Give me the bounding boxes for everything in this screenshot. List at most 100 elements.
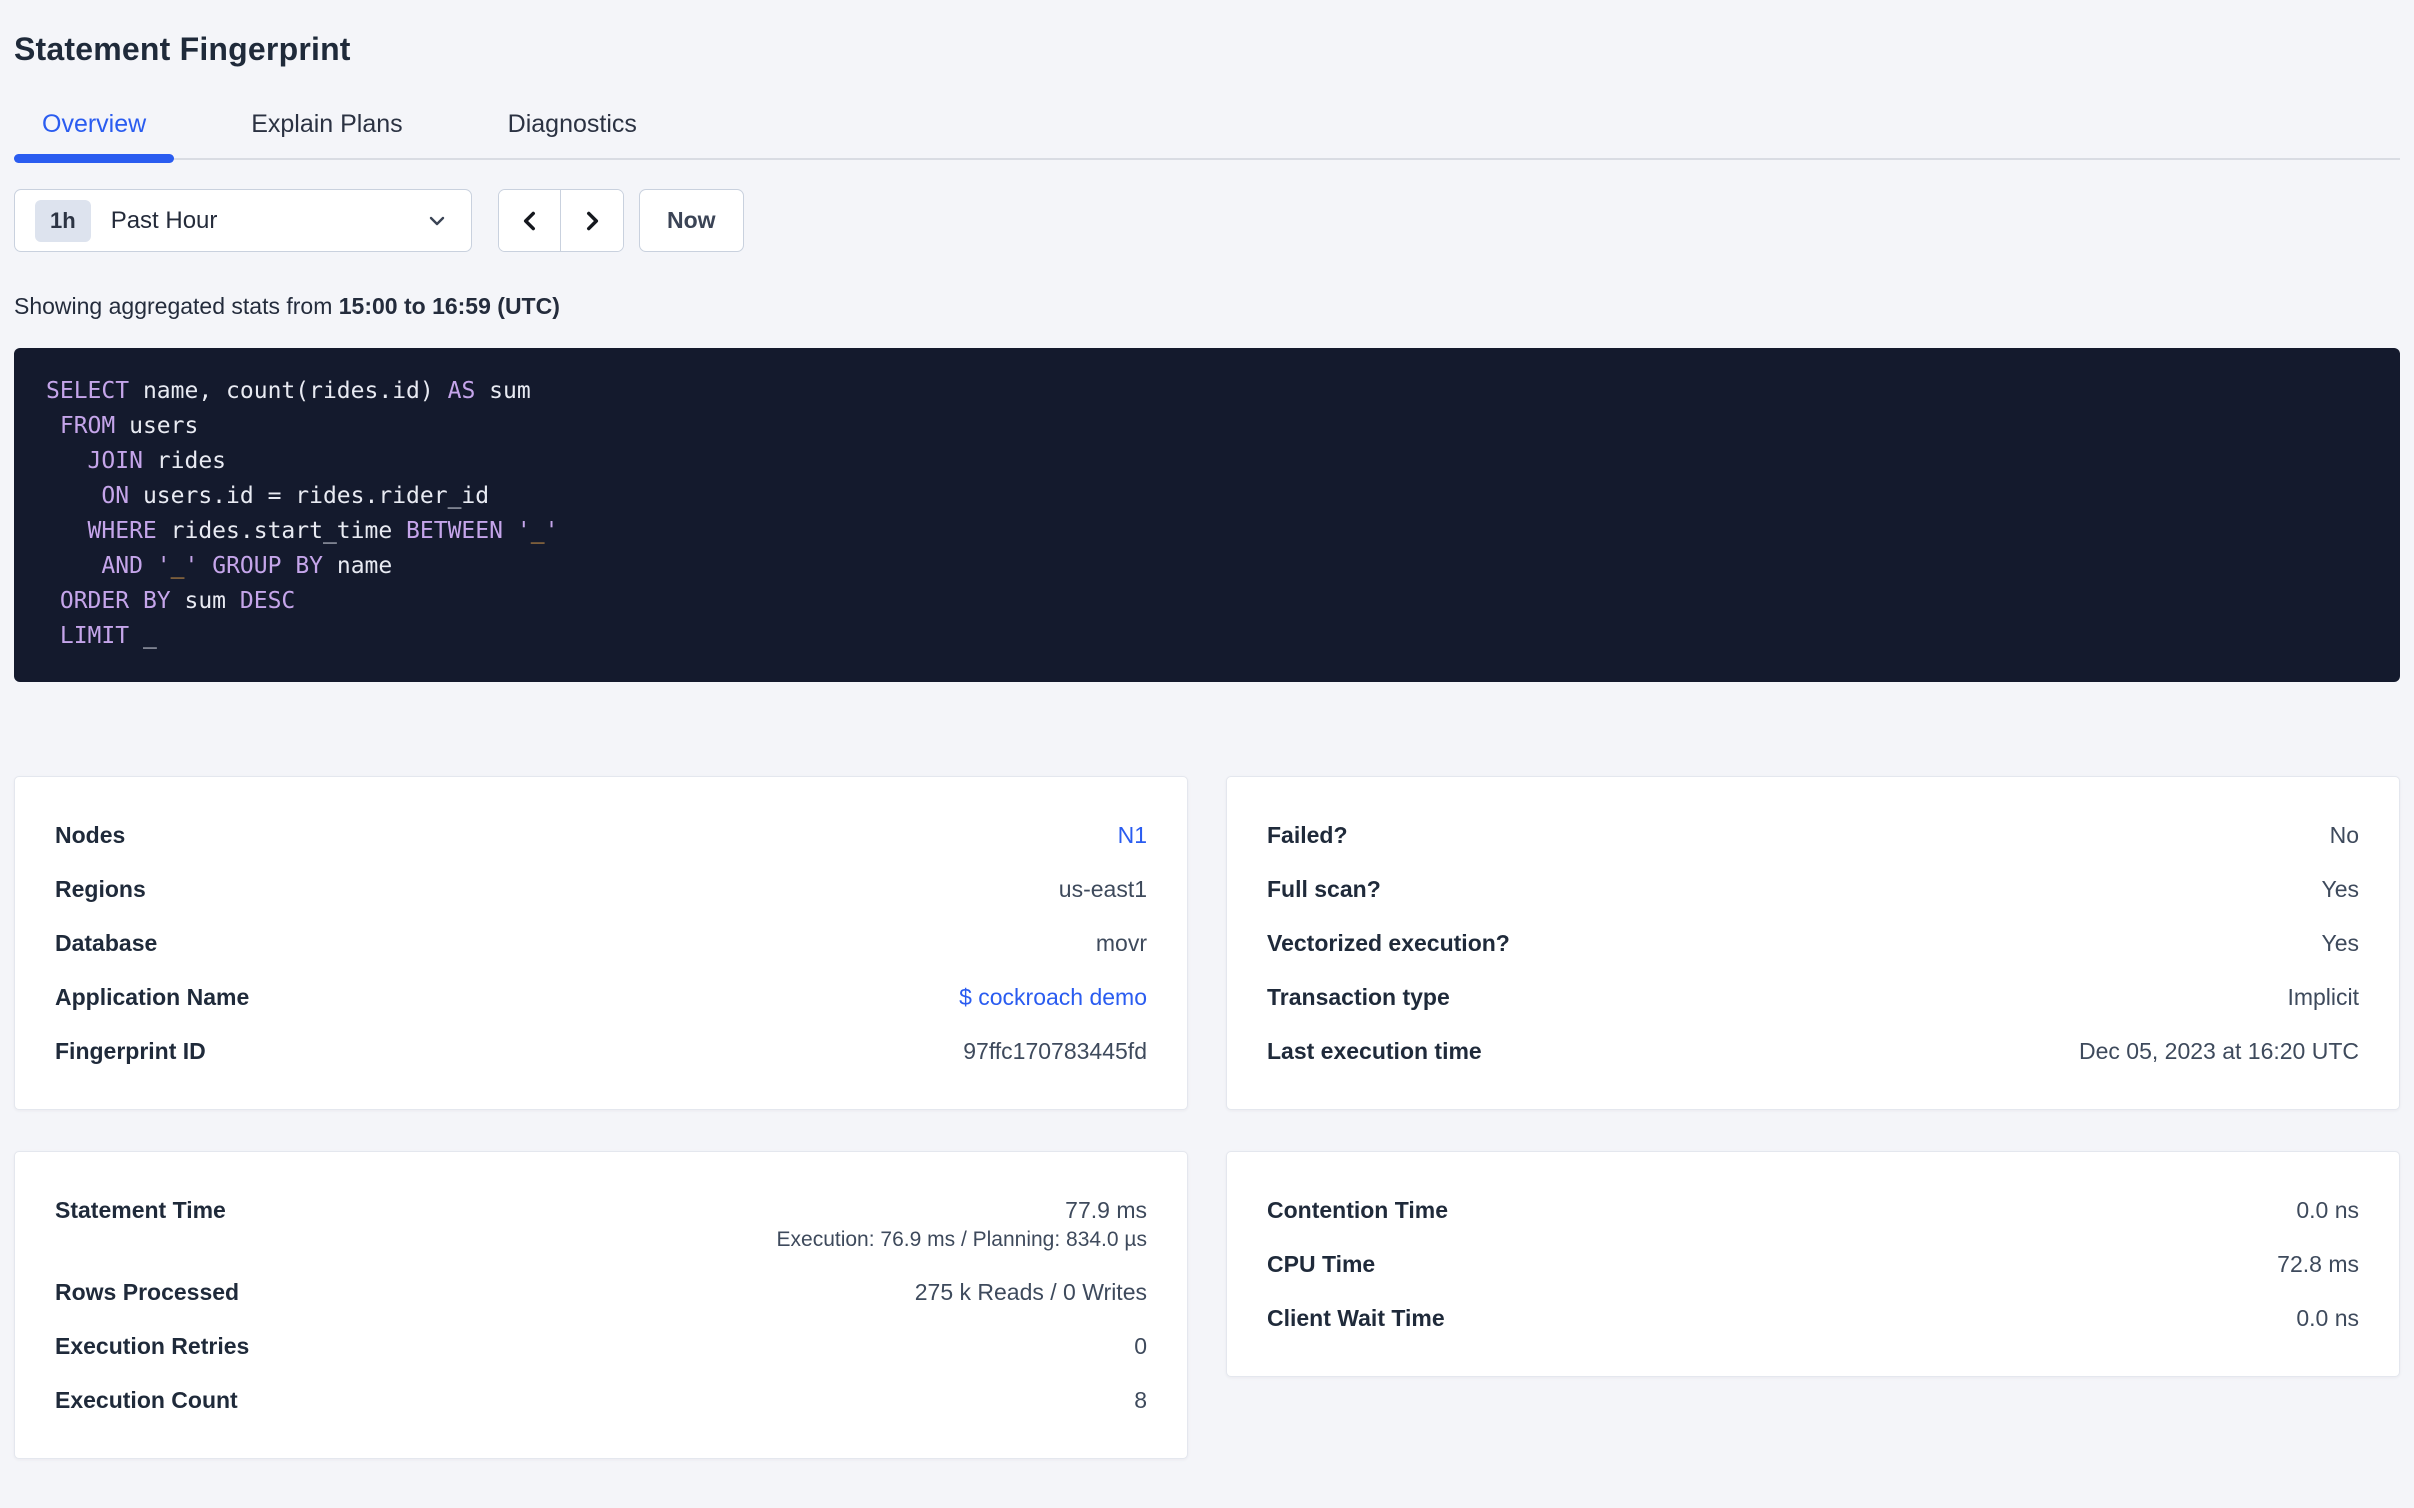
sql-line: WHERE rides.start_time BETWEEN '_'	[87, 518, 559, 544]
row-label: Execution Retries	[55, 1333, 250, 1359]
row-client-wait-time: Client Wait Time 0.0 ns	[1267, 1302, 2359, 1334]
chevron-down-icon	[429, 216, 445, 225]
sql-line: AND '_' GROUP BY name	[101, 553, 393, 579]
row-value-wrap: No	[2330, 819, 2359, 851]
row-label: Database	[55, 930, 158, 956]
row-value: 0.0 ns	[2296, 1197, 2359, 1223]
time-controls: 1h Past Hour Now	[14, 189, 2400, 252]
row-rows-processed: Rows Processed 275 k Reads / 0 Writes	[55, 1276, 1147, 1308]
row-value-wrap: 0	[1134, 1330, 1147, 1362]
row-label: Fingerprint ID	[55, 1038, 206, 1064]
row-value-wrap: us-east1	[1059, 873, 1147, 905]
sql-line: LIMIT _	[59, 623, 157, 649]
row-value: Yes	[2321, 930, 2359, 956]
tab-bar: Overview Explain Plans Diagnostics	[14, 98, 2400, 163]
tab-explain-plans[interactable]: Explain Plans	[223, 98, 430, 158]
time-interval-select[interactable]: 1h Past Hour	[14, 189, 472, 252]
row-statement-time: Statement Time 77.9 ms Execution: 76.9 ms …	[55, 1194, 1147, 1254]
sql-line: ON users.id = rides.rider_id	[101, 483, 490, 509]
row-value-wrap: 8	[1134, 1384, 1147, 1416]
row-value-wrap: 97ffc170783445fd	[963, 1035, 1147, 1067]
sql-statement-block: SELECT name, count(rides.id) AS sum FROM…	[14, 348, 2400, 682]
row-value: No	[2329, 822, 2359, 848]
row-value-wrap: movr	[1096, 927, 1147, 959]
row-value: 72.8 ms	[2277, 1251, 2359, 1277]
sql-line: ORDER BY sum DESC	[59, 588, 296, 614]
row-value-wrap: 72.8 ms	[2277, 1248, 2359, 1280]
stats-range: 15:00 to 16:59 (UTC)	[338, 293, 560, 319]
row-vectorized-execution: Vectorized execution? Yes	[1267, 927, 2359, 959]
row-label: Rows Processed	[55, 1279, 240, 1305]
row-value: 0.0 ns	[2296, 1305, 2359, 1331]
timing-stats-card: Contention Time 0.0 ns CPU Time 72.8 ms Clie…	[1226, 1151, 2400, 1377]
row-database: Database movr	[55, 927, 1147, 959]
row-failed: Failed? No	[1267, 819, 2359, 851]
row-label: Full scan?	[1267, 876, 1381, 902]
now-button[interactable]: Now	[639, 189, 744, 252]
row-label: Client Wait Time	[1267, 1305, 1445, 1331]
row-label: Regions	[55, 876, 146, 902]
row-value: us-east1	[1058, 876, 1147, 902]
row-label: Execution Count	[55, 1387, 238, 1413]
row-value: Dec 05, 2023 at 16:20 UTC	[2079, 1038, 2359, 1064]
row-cpu-time: CPU Time 72.8 ms	[1267, 1248, 2359, 1280]
row-value: 97ffc170783445fd	[963, 1038, 1147, 1064]
row-value: Implicit	[2287, 984, 2359, 1010]
row-contention-time: Contention Time 0.0 ns	[1267, 1194, 2359, 1226]
row-value: 275 k Reads / 0 Writes	[914, 1279, 1147, 1305]
row-application-name: Application Name $ cockroach demo	[55, 981, 1147, 1013]
row-value-link[interactable]: $ cockroach demo	[959, 981, 1147, 1013]
page-title: Statement Fingerprint	[14, 31, 351, 67]
interval-label: Past Hour	[110, 206, 218, 234]
row-value-link[interactable]: N1	[1118, 819, 1147, 851]
row-value-wrap: 0.0 ns	[2296, 1194, 2359, 1226]
row-value-wrap: N1	[1118, 819, 1147, 851]
row-transaction-type: Transaction type Implicit	[1267, 981, 2359, 1013]
row-value-wrap: Dec 05, 2023 at 16:20 UTC	[2079, 1035, 2359, 1067]
row-sub-value: Execution: 76.9 ms / Planning: 834.0 µs	[776, 1228, 1147, 1251]
statement-details-card: Nodes N1 Regions us-east1 Database movr Applic…	[14, 776, 1188, 1110]
details-grid: Nodes N1 Regions us-east1 Database movr Applic…	[14, 776, 2400, 1459]
row-label: Last execution time	[1267, 1038, 1482, 1064]
row-label: Failed?	[1267, 822, 1348, 848]
statement-stats-card: Statement Time 77.9 ms Execution: 76.9 ms …	[14, 1151, 1188, 1459]
row-value-wrap: Yes	[2321, 873, 2359, 905]
row-label: Vectorized execution?	[1267, 930, 1510, 956]
tab-overview[interactable]: Overview	[14, 98, 175, 163]
row-value: 77.9 ms	[1065, 1197, 1147, 1223]
prev-interval-button[interactable]	[499, 190, 561, 251]
execution-attributes-card: Failed? No Full scan? Yes Vectorized executi…	[1226, 776, 2400, 1110]
row-value-wrap: 77.9 ms Execution: 76.9 ms / Planning: 83…	[777, 1194, 1147, 1254]
row-full-scan: Full scan? Yes	[1267, 873, 2359, 905]
row-label: Transaction type	[1267, 984, 1450, 1010]
stats-prefix: Showing aggregated stats from	[14, 293, 339, 319]
row-label: Application Name	[55, 984, 250, 1010]
row-value-wrap: $ cockroach demo	[959, 981, 1147, 1013]
sql-line: JOIN rides	[87, 448, 227, 474]
row-value: 0	[1134, 1333, 1147, 1359]
row-value-wrap: Yes	[2321, 927, 2359, 959]
row-label: Nodes	[55, 822, 126, 848]
sql-line: FROM users	[59, 413, 199, 439]
row-value: Yes	[2321, 876, 2359, 902]
row-value-wrap: 275 k Reads / 0 Writes	[915, 1276, 1147, 1308]
row-value-wrap: Implicit	[2287, 981, 2359, 1013]
chevron-left-icon	[523, 211, 535, 230]
row-execution-retries: Execution Retries 0	[55, 1330, 1147, 1362]
statement-fingerprint-page: Statement Fingerprint Overview Explain P…	[0, 30, 2414, 1459]
row-nodes: Nodes N1	[55, 819, 1147, 851]
row-execution-count: Execution Count 8	[55, 1384, 1147, 1416]
row-last-execution-time: Last execution time Dec 05, 2023 at 16:20…	[1267, 1035, 2359, 1067]
sql-code: SELECT name, count(rides.id) AS sum FROM…	[46, 374, 2368, 654]
row-value: movr	[1095, 930, 1147, 956]
row-label: Statement Time	[55, 1197, 226, 1223]
interval-pager	[498, 189, 624, 252]
aggregated-stats-text: Showing aggregated stats from 15:00 to 1…	[14, 292, 2400, 320]
row-regions: Regions us-east1	[55, 873, 1147, 905]
sql-line: SELECT name, count(rides.id) AS sum	[46, 378, 531, 404]
row-fingerprint-id: Fingerprint ID 97ffc170783445fd	[55, 1035, 1147, 1067]
next-interval-button[interactable]	[561, 190, 623, 251]
tab-diagnostics[interactable]: Diagnostics	[480, 98, 665, 158]
row-value: 8	[1134, 1387, 1147, 1413]
row-label: CPU Time	[1267, 1251, 1376, 1277]
